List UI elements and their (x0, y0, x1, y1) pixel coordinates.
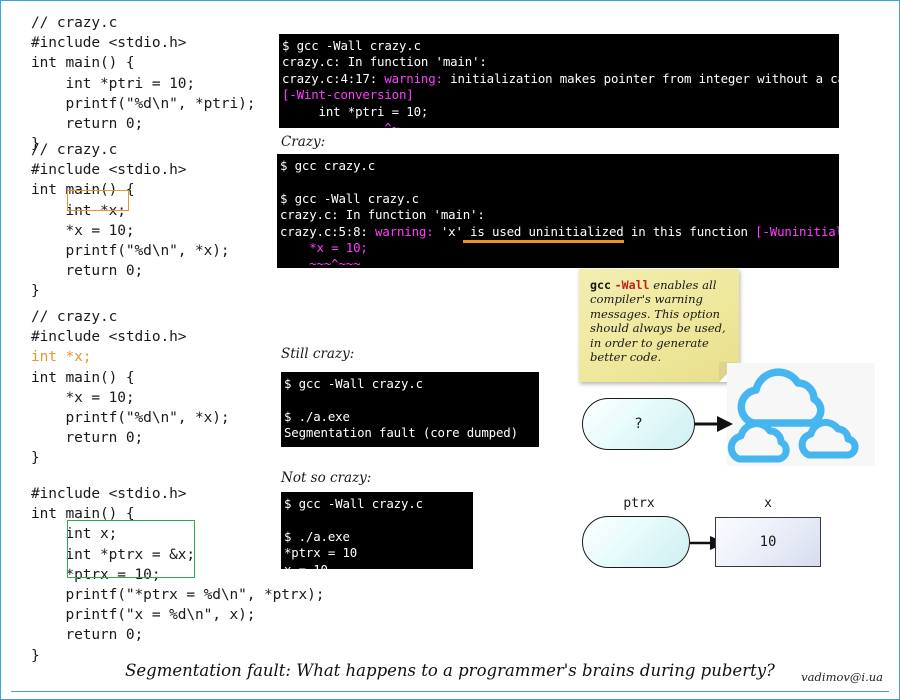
highlight-box-int-ptr-x (67, 190, 129, 211)
label-ptrx: ptrx (623, 496, 655, 511)
terminal-line: $ gcc -Wall crazy.c (282, 38, 421, 53)
terminal-warning-underlined: is used uninitialized (462, 223, 624, 243)
terminal-line: $ gcc -Wall crazy.c (280, 190, 419, 206)
caption-crazy: Crazy: (281, 134, 326, 150)
code-line: *x = 10; (31, 389, 135, 406)
code-line: return 0; (31, 116, 144, 133)
cloud-icon-small-right (798, 418, 859, 459)
terminal-line: crazy.c: In function 'main': (282, 54, 487, 70)
code-line: *x = 10; (31, 222, 135, 239)
crazy-c-listing-1: // crazy.c #include <stdio.h> int main()… (31, 13, 255, 154)
terminal-caret-marker: ^~ (282, 120, 399, 128)
code-line: } (31, 450, 40, 467)
crazy-c-listing-3: // crazy.c #include <stdio.h> int *x; in… (31, 307, 230, 469)
pointer-pill-ptrx (582, 516, 690, 568)
caption-not-so-crazy: Not so crazy: (281, 470, 372, 486)
author-signature: vadimov@i.ua (801, 670, 883, 684)
slide-canvas: // crazy.c #include <stdio.h> int main()… (0, 0, 900, 700)
terminal-warning-subject: 'x' (433, 223, 463, 239)
caption-still-crazy: Still crazy: (281, 346, 355, 362)
code-line: #include <stdio.h> (31, 35, 187, 52)
code-line: int main() { (31, 369, 135, 386)
code-line: return 0; (31, 430, 144, 447)
code-line: printf("%d\n", *x); (31, 410, 230, 427)
code-line: // crazy.c (31, 142, 118, 158)
variable-value-x: 10 (759, 534, 777, 550)
code-line: // crazy.c (31, 309, 118, 325)
highlight-box-ptrx-decl (67, 520, 195, 578)
code-line: return 0; (31, 627, 144, 644)
code-line: printf("*ptrx = %d\n", *ptrx); (31, 587, 325, 604)
code-line: // crazy.c (31, 15, 118, 31)
terminal-warning-flag: [-Wuninitialized] (755, 223, 839, 239)
terminal-line: $ ./a.exe (284, 408, 350, 424)
variable-box-x: 10 (715, 517, 821, 567)
code-line: int *ptri = 10; (31, 75, 196, 92)
terminal-source-echo: int *ptri = 10; (282, 103, 429, 119)
terminal-wint-conversion: $ gcc -Wall crazy.c crazy.c: In function… (279, 34, 839, 128)
note-text: enables all compiler's warning messages.… (590, 278, 726, 365)
pointer-value-unknown: ? (634, 416, 643, 432)
arrow-unknown-to-clouds (695, 416, 733, 432)
terminal-warning-keyword: warning: (384, 70, 443, 86)
cloud-group (727, 363, 875, 466)
pointer-pill-unknown: ? (582, 398, 695, 450)
code-line: printf("%d\n", *x); (31, 243, 230, 260)
terminal-output-ptrx: *ptrx = 10 (284, 545, 358, 561)
terminal-source-echo: *x = 10; (280, 240, 368, 256)
code-line: #include <stdio.h> (31, 162, 187, 179)
footer-caption: Segmentation fault: What happens to a pr… (125, 661, 775, 680)
code-line: } (31, 283, 40, 300)
terminal-line: $ gcc crazy.c (280, 158, 376, 173)
label-x: x (764, 496, 772, 511)
crazy-c-listing-2: // crazy.c #include <stdio.h> int main()… (31, 140, 230, 302)
terminal-output-x: x = 10 (284, 562, 328, 569)
terminal-warning-flag: [-Wint-conversion] (282, 87, 414, 103)
code-line: printf("x = %d\n", x); (31, 607, 256, 624)
clouds-svg (727, 368, 859, 463)
terminal-wuninitialized: $ gcc crazy.c $ gcc -Wall crazy.c crazy.… (277, 154, 839, 268)
terminal-line: $ ./a.exe (284, 528, 350, 544)
code-line: #include <stdio.h> (31, 486, 187, 502)
cloud-icon-small-left (727, 420, 790, 463)
code-line: #include <stdio.h> (31, 329, 187, 346)
note-command: gcc (590, 278, 611, 292)
footer-divider (11, 691, 889, 693)
terminal-line: $ gcc -Wall crazy.c (284, 496, 423, 511)
terminal-squiggle-marker: ~~~^~~~ (280, 256, 361, 268)
terminal-warning-keyword: warning: (375, 223, 434, 239)
cloud-icon-large (737, 368, 825, 427)
code-line: int main() { (31, 55, 135, 72)
code-line-global-decl: int *x; (31, 349, 92, 366)
terminal-warning-message: initialization makes pointer from intege… (442, 70, 839, 86)
terminal-line: crazy.c: In function 'main': (280, 207, 485, 223)
terminal-segfault: $ gcc -Wall crazy.c $ ./a.exe Segmentati… (281, 372, 539, 447)
terminal-line-error: Segmentation fault (core dumped) (284, 425, 518, 441)
terminal-success: $ gcc -Wall crazy.c $ ./a.exe *ptrx = 10… (281, 492, 473, 569)
terminal-line-file: crazy.c:5:8: (280, 223, 376, 239)
terminal-warning-message: in this function (623, 223, 756, 239)
terminal-line: $ gcc -Wall crazy.c (284, 376, 423, 391)
note-flag: -Wall (614, 278, 650, 292)
gcc-wall-note: gcc -Wall enables all compiler's warning… (579, 269, 739, 382)
code-line: return 0; (31, 263, 144, 280)
terminal-line-file: crazy.c:4:17: (282, 70, 385, 86)
code-line: printf("%d\n", *ptri); (31, 95, 256, 112)
